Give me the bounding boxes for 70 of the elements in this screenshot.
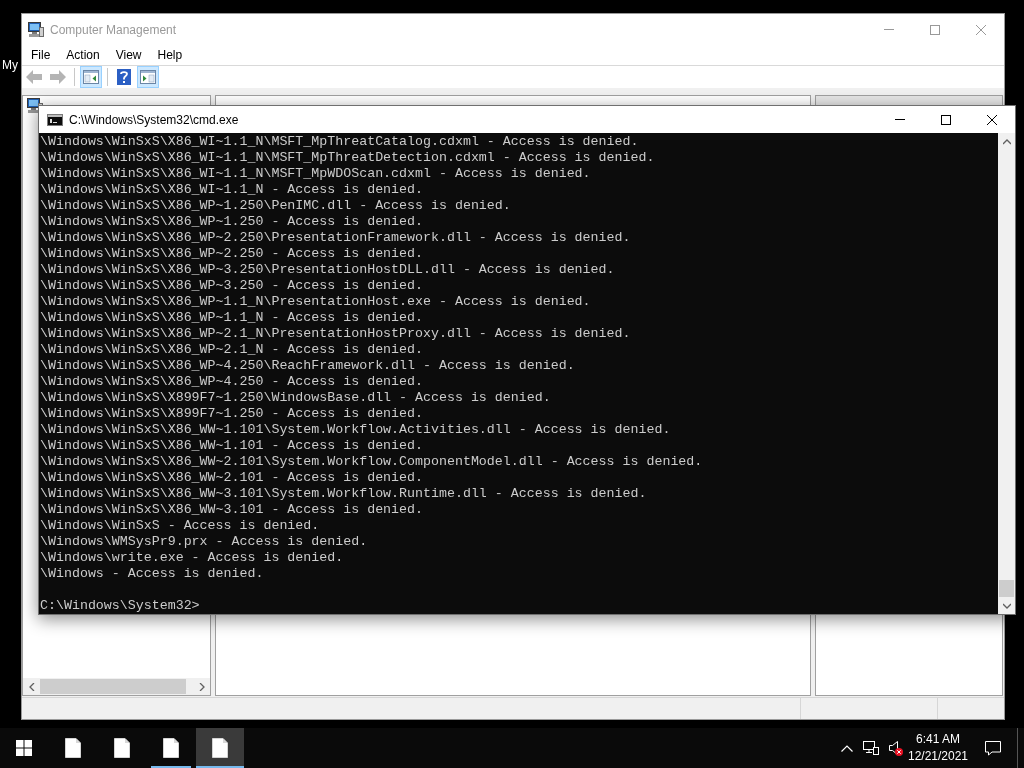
menu-item[interactable]: Action [58, 46, 108, 64]
console-line: \Windows\WinSxS\X86_WP~2.1_N\PresentationHostProxy.dll - Access is denied. [40, 326, 631, 342]
maximize-icon [941, 114, 951, 125]
pane-left-icon [83, 70, 99, 84]
console-line: \Windows\WinSxS\X86_WW~2.101 - Access is denied. [40, 470, 423, 486]
horizontal-scrollbar[interactable] [23, 678, 210, 695]
document-icon [163, 738, 179, 758]
chevron-left-icon [28, 682, 35, 691]
pane-right-icon [140, 70, 156, 84]
console-line: \Windows\WinSxS\X86_WP~3.250\PresentationHostDLL.dll - Access is denied. [40, 262, 615, 278]
scrollbar-thumb[interactable] [40, 679, 186, 694]
speech-bubble-icon [985, 740, 1001, 756]
chevron-down-icon [1002, 602, 1011, 609]
close-icon [976, 24, 986, 35]
document-icon [65, 738, 81, 758]
chevron-up-icon [841, 744, 853, 752]
windows-logo-icon [16, 740, 32, 756]
console-line: \Windows\WinSxS\X86_WI~1.1_N\MSFT_MpWDOScan.cdxml - Access is denied. [40, 166, 591, 182]
console-line: \Windows\WinSxS\X86_WP~1.250\PenIMC.dll - Access is denied. [40, 198, 511, 214]
show-actions-button[interactable] [137, 66, 159, 88]
speaker-icon [889, 741, 901, 755]
maximize-icon [930, 24, 940, 35]
console-line: \Windows\WinSxS\X86_WP~1.1_N - Access is denied. [40, 310, 423, 326]
document-icon [212, 738, 228, 758]
console-line: \Windows\WinSxS\X86_WW~1.101 - Access is denied. [40, 438, 423, 454]
show-tree-button[interactable] [80, 66, 102, 88]
console-line: \Windows\WMSysPr9.prx - Access is denied. [40, 534, 368, 550]
console-line: \Windows - Access is denied. [40, 566, 264, 582]
console-line: \Windows\WinSxS\X86_WI~1.1_N\MSFT_MpThreatDetection.cdxml - Access is denied. [40, 150, 655, 166]
vertical-scrollbar[interactable] [998, 133, 1015, 614]
console-line: \Windows\WinSxS\X86_WP~3.250 - Access is denied. [40, 278, 423, 294]
console-line: \Windows\WinSxS\X86_WP~1.250 - Access is denied. [40, 214, 423, 230]
console-line: \Windows\WinSxS\X86_WP~2.250 - Access is denied. [40, 246, 423, 262]
menu-item[interactable]: Help [149, 46, 191, 64]
window-title: C:\Windows\System32\cmd.exe [69, 111, 239, 129]
clock-button[interactable]: 6:41 AM 12/21/2021 [907, 728, 969, 768]
console-line: \Windows\WinSxS\X86_WP~4.250\ReachFramework.dll - Access is denied. [40, 358, 575, 374]
console-line: \Windows\WinSxS\X899F7~1.250 - Access is denied. [40, 406, 423, 422]
console-line: \Windows\WinSxS\X86_WP~4.250 - Access is denied. [40, 374, 423, 390]
menu-item[interactable]: File [23, 46, 59, 64]
console-line: \Windows\WinSxS\X86_WW~3.101 - Access is denied. [40, 502, 423, 518]
taskbar-app-button[interactable] [196, 728, 244, 768]
network-icon [863, 741, 879, 755]
close-icon [987, 114, 997, 125]
chevron-up-icon [1002, 138, 1011, 145]
console-line: \Windows\WinSxS\X899F7~1.250\WindowsBase.dll - Access is denied. [40, 390, 551, 406]
help-icon [117, 69, 131, 85]
console-line: \Windows\WinSxS - Access is denied. [40, 518, 320, 534]
document-icon [114, 738, 130, 758]
desktop-icon-label: My [2, 58, 18, 72]
console-line: \Windows\WinSxS\X86_WP~2.250\PresentationFramework.dll - Access is denied. [40, 230, 631, 246]
console-line: \Windows\WinSxS\X86_WW~2.101\System.Workflow.ComponentModel.dll - Access is denied. [40, 454, 703, 470]
console-line: \Windows\WinSxS\X86_WW~3.101\System.Workflow.Runtime.dll - Access is denied. [40, 486, 647, 502]
console-line: \Windows\WinSxS\X86_WW~1.101\System.Workflow.Activities.dll - Access is denied. [40, 422, 671, 438]
console-line: \Windows\write.exe - Access is denied. [40, 550, 344, 566]
computer-icon [28, 22, 44, 37]
forward-arrow-icon [50, 70, 66, 84]
console-line: \Windows\WinSxS\X86_WP~2.1_N - Access is denied. [40, 342, 423, 358]
console-icon [47, 113, 63, 126]
back-arrow-icon [26, 70, 42, 84]
chevron-right-icon [198, 682, 205, 691]
command-prompt: C:\Windows\System32> [40, 598, 200, 614]
console-line: \Windows\WinSxS\X86_WP~1.1_N\PresentationHost.exe - Access is denied. [40, 294, 591, 310]
console-line: \Windows\WinSxS\X86_WI~1.1_N\MSFT_MpThreatCatalog.cdxml - Access is denied. [40, 134, 639, 150]
minimize-icon [895, 119, 905, 120]
console-line: \Windows\WinSxS\X86_WI~1.1_N - Access is denied. [40, 182, 423, 198]
window-title: Computer Management [50, 21, 177, 39]
menu-item[interactable]: View [107, 46, 150, 64]
scrollbar-thumb[interactable] [999, 580, 1014, 597]
minimize-icon [884, 29, 894, 30]
